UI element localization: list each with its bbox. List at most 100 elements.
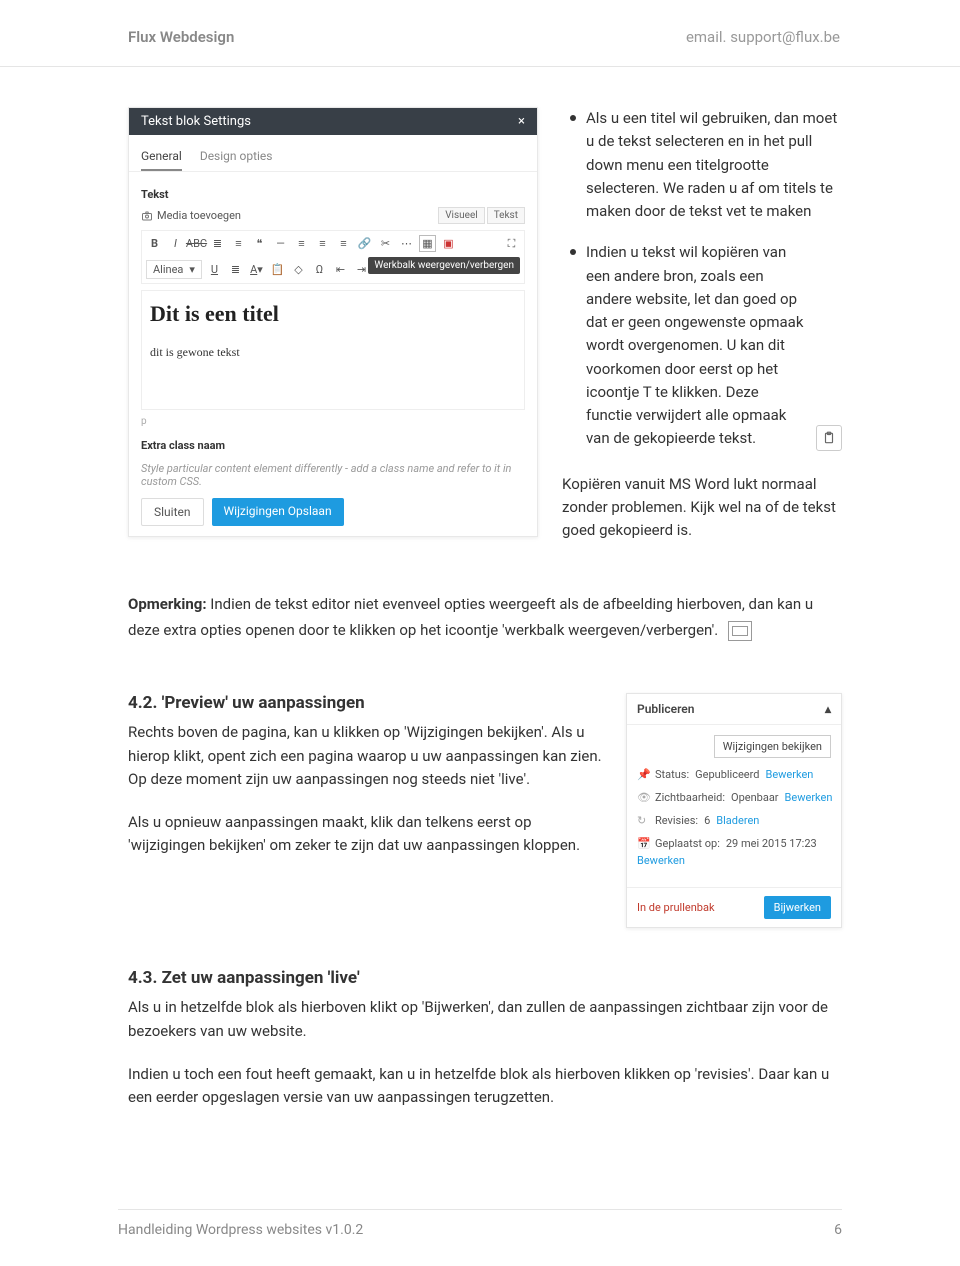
editor-buttons: Sluiten Wijzigingen Opslaan [141,498,525,526]
note-text: Indien de tekst editor niet evenveel opt… [128,595,813,639]
bullet-item: Indien u tekst wil kopiëren van een ande… [562,241,842,450]
row-editor-bullets: Tekst blok Settings × General Design opt… [128,107,842,542]
paragraph: Rechts boven de pagina, kan u klikken op… [128,721,604,791]
editor-path: p [141,416,525,427]
camera-icon [141,210,153,222]
bullet-body: Indien u tekst wil kopiëren van een ande… [586,241,842,450]
publish-title: Publiceren [637,702,694,716]
status-value: Gepubliceerd [695,768,759,781]
unlink-icon[interactable]: ✂ [377,235,394,252]
number-list-icon[interactable]: ≡ [230,235,247,252]
page-number: 6 [834,1222,842,1238]
editor-body-text: dit is gewone tekst [150,345,516,360]
revisions-count: 6 [704,814,710,827]
fullscreen-icon[interactable]: ⛶ [503,235,520,252]
visibility-line: 👁 Zichtbaarheid: Openbaar Bewerken [637,791,831,804]
date-line: 📅 Geplaatst op: 29 mei 2015 17:23 [637,837,831,850]
format-select[interactable]: Alinea▾ [146,260,202,279]
bullet-dot-icon [570,249,576,255]
hr-icon[interactable]: — [272,235,289,252]
special-char-icon[interactable]: Ω [311,261,328,278]
italic-icon[interactable]: I [167,235,184,252]
heading-4-3: 4.3. Zet uw aanpassingen 'live' [128,968,842,988]
calendar-icon: 📅 [637,837,649,850]
brand: Flux Webdesign [128,28,234,46]
footer-title: Handleiding Wordpress websites v1.0.2 [118,1222,363,1238]
strike-icon[interactable]: ABC [188,235,205,252]
align-right-icon[interactable]: ≡ [335,235,352,252]
status-label: Status: [655,768,689,781]
section-4-2: 4.2. 'Preview' uw aanpassingen Rechts bo… [128,693,842,928]
media-button[interactable]: Media toevoegen [141,209,241,222]
format-select-label: Alinea [153,263,183,276]
revisions-icon: ↻ [637,814,649,827]
bullet-text: Indien u tekst wil kopiëren van een ande… [586,241,806,450]
eraser-icon[interactable]: ◇ [290,261,307,278]
bullet-text: Als u een titel wil gebruiken, dan moet … [586,107,842,223]
date-label: Geplaatst op: [655,837,720,850]
bullet-list: Als u een titel wil gebruiken, dan moet … [562,107,842,542]
visibility-value: Openbaar [731,791,779,804]
publish-header: Publiceren ▴ [627,694,841,725]
collapse-icon[interactable]: ▴ [825,702,831,716]
status-edit-link[interactable]: Bewerken [765,768,813,781]
page-header: Flux Webdesign email. support@flux.be [0,0,960,67]
save-button[interactable]: Wijzigingen Opslaan [212,498,344,526]
section-4-3: 4.3. Zet uw aanpassingen 'live' Als u in… [128,968,842,1109]
tab-design[interactable]: Design opties [200,143,273,171]
align-center-icon[interactable]: ≡ [314,235,331,252]
editor-toolbar: B I ABC ≣ ≡ ❝ — ≡ ≡ ≡ 🔗 ✂ ⋯ ▦ ▣ ⛶ [141,230,525,284]
more-icon[interactable]: ⋯ [398,235,415,252]
date-edit-line: Bewerken [637,854,831,867]
heading-4-2: 4.2. 'Preview' uw aanpassingen [128,693,604,713]
align-left-icon[interactable]: ≡ [293,235,310,252]
outdent-icon[interactable]: ⇤ [332,261,349,278]
editor-titlebar: Tekst blok Settings × [129,108,537,135]
revisions-line: ↻ Revisies: 6 Bladeren [637,814,831,827]
update-button[interactable]: Bijwerken [764,896,831,919]
content: Tekst blok Settings × General Design opt… [0,67,960,1109]
page-footer: Handleiding Wordpress websites v1.0.2 6 [118,1209,842,1238]
label-extra-class: Extra class naam [141,439,525,452]
pin-icon: 📌 [637,768,649,781]
paragraph: Indien u toch een fout heeft gemaakt, ka… [128,1063,842,1110]
visibility-label: Zichtbaarheid: [655,791,725,804]
bullet-item: Als u een titel wil gebruiken, dan moet … [562,107,842,223]
after-bullets-text: Kopiëren vanuit MS Word lukt normaal zon… [562,473,842,543]
clipboard-icon [816,425,842,451]
publish-footer: In de prullenbak Bijwerken [627,887,841,927]
justify-icon[interactable]: ≣ [227,261,244,278]
publish-box: Publiceren ▴ Wijzigingen bekijken 📌 Stat… [626,693,842,928]
preview-changes-button[interactable]: Wijzigingen bekijken [714,735,831,758]
label-tekst: Tekst [141,188,525,201]
date-value: 29 mei 2015 17:23 [726,837,817,850]
visibility-edit-link[interactable]: Bewerken [785,791,833,804]
close-icon[interactable]: × [518,114,525,129]
textcolor-icon[interactable]: A▾ [248,261,265,278]
paste-text-icon[interactable]: 📋 [269,261,286,278]
clear-format-icon[interactable]: ▣ [440,235,457,252]
trash-link[interactable]: In de prullenbak [637,901,715,914]
editor-body-title: Dit is een titel [150,301,516,327]
quote-icon[interactable]: ❝ [251,235,268,252]
tab-general[interactable]: General [141,143,182,171]
link-icon[interactable]: 🔗 [356,235,373,252]
toolbar-tooltip: Werkbalk weergeven/verbergen [368,257,520,274]
support-email: email. support@flux.be [686,28,840,46]
view-tabs: Visueel Tekst [438,207,525,224]
date-edit-link[interactable]: Bewerken [637,854,685,867]
bullet-dot-icon [570,115,576,121]
editor-screenshot: Tekst blok Settings × General Design opt… [128,107,538,537]
editor-body[interactable]: Dit is een titel dit is gewone tekst [141,290,525,410]
note-block: Opmerking: Indien de tekst editor niet e… [128,592,842,643]
tab-visual[interactable]: Visueel [438,207,485,224]
toolbar-toggle-icon[interactable]: ▦ [419,235,436,252]
toolbar-toggle-icon [728,621,752,641]
bullet-list-icon[interactable]: ≣ [209,235,226,252]
revisions-browse-link[interactable]: Bladeren [716,814,759,827]
tab-text[interactable]: Tekst [487,207,525,224]
bold-icon[interactable]: B [146,235,163,252]
underline-icon[interactable]: U [206,261,223,278]
close-button[interactable]: Sluiten [141,498,204,526]
eye-icon: 👁 [637,791,649,804]
